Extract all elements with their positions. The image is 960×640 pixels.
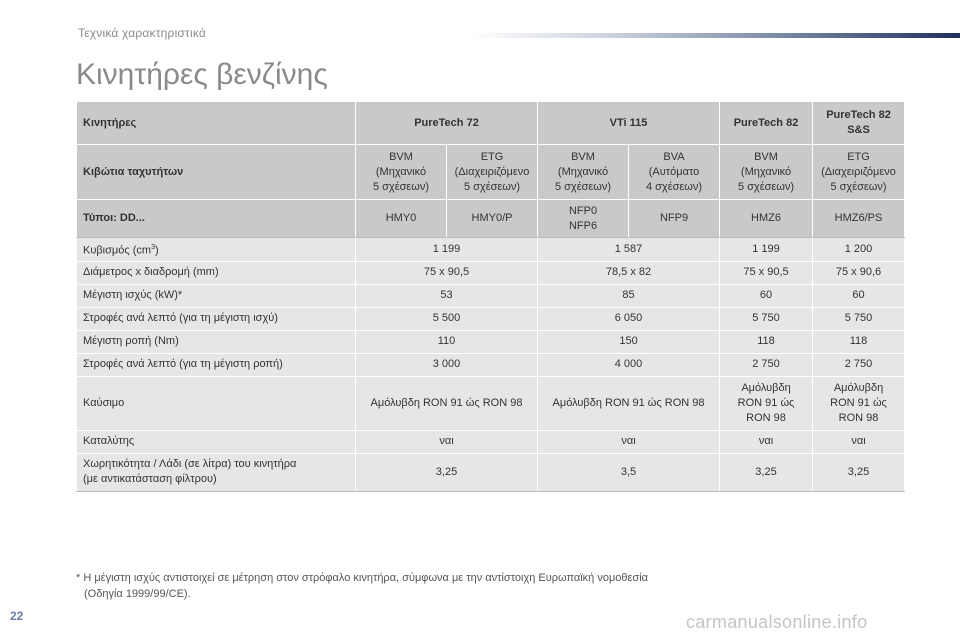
- header-cell-puretech82: PureTech 82: [719, 101, 814, 145]
- header-cell-puretech82-ss: PureTech 82 S&S: [812, 101, 906, 145]
- engine-spec-table: Κινητήρες PureTech 72 VTi 115 PureTech 8…: [76, 101, 906, 492]
- header-cell-vti115: VTi 115: [537, 101, 721, 145]
- row-max-torque: Μέγιστη ροπή (Nm) 110 150 118 118: [76, 329, 906, 354]
- gearbox-cell-1: BVM (Μηχανικό 5 σχέσεων): [355, 144, 447, 200]
- footnote-line-1: * Η μέγιστη ισχύς αντιστοιχεί σε μέτρηση…: [76, 572, 649, 584]
- table-cell: 3 000: [354, 352, 539, 377]
- table-cell: 3,25: [719, 452, 814, 492]
- table-cell: 1 199: [354, 237, 539, 262]
- table-cell: Αμόλυβδη RON 91 ώς RON 98: [354, 375, 539, 431]
- table-cell: 1 199: [719, 237, 814, 262]
- row-label-fuel: Καύσιμο: [76, 375, 356, 431]
- table-cell: ναι: [537, 429, 721, 454]
- table-cell: 110: [354, 329, 539, 354]
- row-label-oil-capacity: Χωρητικότητα / Λάδι (σε λίτρα) του κινητ…: [76, 452, 356, 492]
- table-cell: 5 750: [719, 306, 814, 331]
- row-label-catalyst: Καταλύτης: [76, 429, 356, 454]
- table-cell: Αμόλυβδη RON 91 ώς RON 98: [719, 375, 814, 431]
- gearbox-cell-6: ETG (Διαχειριζόμενο 5 σχέσεων): [812, 144, 906, 200]
- table-cell: ναι: [812, 429, 906, 454]
- header-rule: [470, 33, 960, 38]
- table-cell: 75 x 90,5: [354, 260, 539, 285]
- row-oil-capacity: Χωρητικότητα / Λάδι (σε λίτρα) του κινητ…: [76, 452, 906, 492]
- page-number: 22: [10, 609, 24, 623]
- row-displacement: Κυβισμός (cm3) 1 199 1 587 1 199 1 200: [76, 237, 906, 262]
- row-label-types: Τύποι: DD...: [76, 199, 356, 238]
- table-cell: 78,5 x 82: [537, 260, 721, 285]
- row-fuel: Καύσιμο Αμόλυβδη RON 91 ώς RON 98 Αμόλυβ…: [76, 375, 906, 431]
- row-gearbox: Κιβώτια ταχυτήτων BVM (Μηχανικό 5 σχέσεων)…: [76, 144, 906, 200]
- table-cell: 3,25: [354, 452, 539, 492]
- table-cell: 85: [537, 283, 721, 308]
- table-cell: 150: [537, 329, 721, 354]
- table-cell: 5 500: [354, 306, 539, 331]
- gearbox-cell-5: BVM (Μηχανικό 5 σχέσεων): [719, 144, 814, 200]
- watermark: carmanualsonline.info: [686, 612, 868, 632]
- table-cell: ναι: [354, 429, 539, 454]
- row-catalyst: Καταλύτης ναι ναι ναι ναι: [76, 429, 906, 454]
- row-rpm-power: Στροφές ανά λεπτό (για τη μέγιστη ισχύ) …: [76, 306, 906, 331]
- table-cell: 53: [354, 283, 539, 308]
- table-cell: 2 750: [719, 352, 814, 377]
- header-cell-puretech72: PureTech 72: [354, 101, 539, 145]
- row-max-power: Μέγιστη ισχύς (kW)* 53 85 60 60: [76, 283, 906, 308]
- table-cell: 1 200: [812, 237, 906, 262]
- type-cell-6: HMZ6/PS: [812, 199, 906, 238]
- table-cell: 118: [719, 329, 814, 354]
- row-label-bore-stroke: Διάμετρος x διαδρομή (mm): [76, 260, 356, 285]
- row-label-rpm-torque: Στροφές ανά λεπτό (για τη μέγιστη ροπή): [76, 352, 356, 377]
- gearbox-cell-2: ETG (Διαχειριζόμενο 5 σχέσεων): [445, 144, 539, 200]
- page-header: Τεχνικά χαρακτηριστικά: [0, 0, 960, 60]
- table-cell: 118: [812, 329, 906, 354]
- table-cell: 4 000: [537, 352, 721, 377]
- gearbox-cell-3: BVM (Μηχανικό 5 σχέσεων): [537, 144, 630, 200]
- table-cell: ναι: [719, 429, 814, 454]
- row-label-engines: Κινητήρες: [76, 101, 356, 145]
- table-cell: 75 x 90,5: [719, 260, 814, 285]
- footnote: * Η μέγιστη ισχύς αντιστοιχεί σε μέτρηση…: [76, 570, 836, 602]
- row-label-gearbox: Κιβώτια ταχυτήτων: [76, 144, 356, 200]
- gearbox-cell-4: BVA (Αυτόματο 4 σχέσεων): [628, 144, 721, 200]
- page-title: Κινητήρες βενζίνης: [76, 58, 328, 91]
- section-label: Τεχνικά χαρακτηριστικά: [78, 26, 207, 40]
- type-cell-5: HMZ6: [719, 199, 814, 238]
- table-cell: 1 587: [537, 237, 721, 262]
- row-types: Τύποι: DD... HMY0 HMY0/P NFP0 NFP6 NFP9 H…: [76, 199, 906, 238]
- table-cell: Αμόλυβδη RON 91 ώς RON 98: [812, 375, 906, 431]
- row-label-displacement: Κυβισμός (cm3): [76, 237, 356, 262]
- row-engines: Κινητήρες PureTech 72 VTi 115 PureTech 8…: [76, 101, 906, 145]
- row-bore-stroke: Διάμετρος x διαδρομή (mm) 75 x 90,5 78,5…: [76, 260, 906, 285]
- row-label-rpm-power: Στροφές ανά λεπτό (για τη μέγιστη ισχύ): [76, 306, 356, 331]
- footnote-line-2: (Οδηγία 1999/99/CE).: [84, 588, 191, 600]
- table-cell: 75 x 90,6: [812, 260, 906, 285]
- type-cell-1: HMY0: [355, 199, 447, 238]
- type-cell-3: NFP0 NFP6: [537, 199, 630, 238]
- table-cell: 3,5: [537, 452, 721, 492]
- type-cell-2: HMY0/P: [445, 199, 539, 238]
- table-cell: 6 050: [537, 306, 721, 331]
- row-rpm-torque: Στροφές ανά λεπτό (για τη μέγιστη ροπή) …: [76, 352, 906, 377]
- table-cell: 3,25: [812, 452, 906, 492]
- table-cell: 2 750: [812, 352, 906, 377]
- table-cell: 60: [719, 283, 814, 308]
- row-label-max-power: Μέγιστη ισχύς (kW)*: [76, 283, 356, 308]
- row-label-max-torque: Μέγιστη ροπή (Nm): [76, 329, 356, 354]
- table-cell: Αμόλυβδη RON 91 ώς RON 98: [537, 375, 721, 431]
- table-cell: 60: [812, 283, 906, 308]
- type-cell-4: NFP9: [628, 199, 721, 238]
- table-cell: 5 750: [812, 306, 906, 331]
